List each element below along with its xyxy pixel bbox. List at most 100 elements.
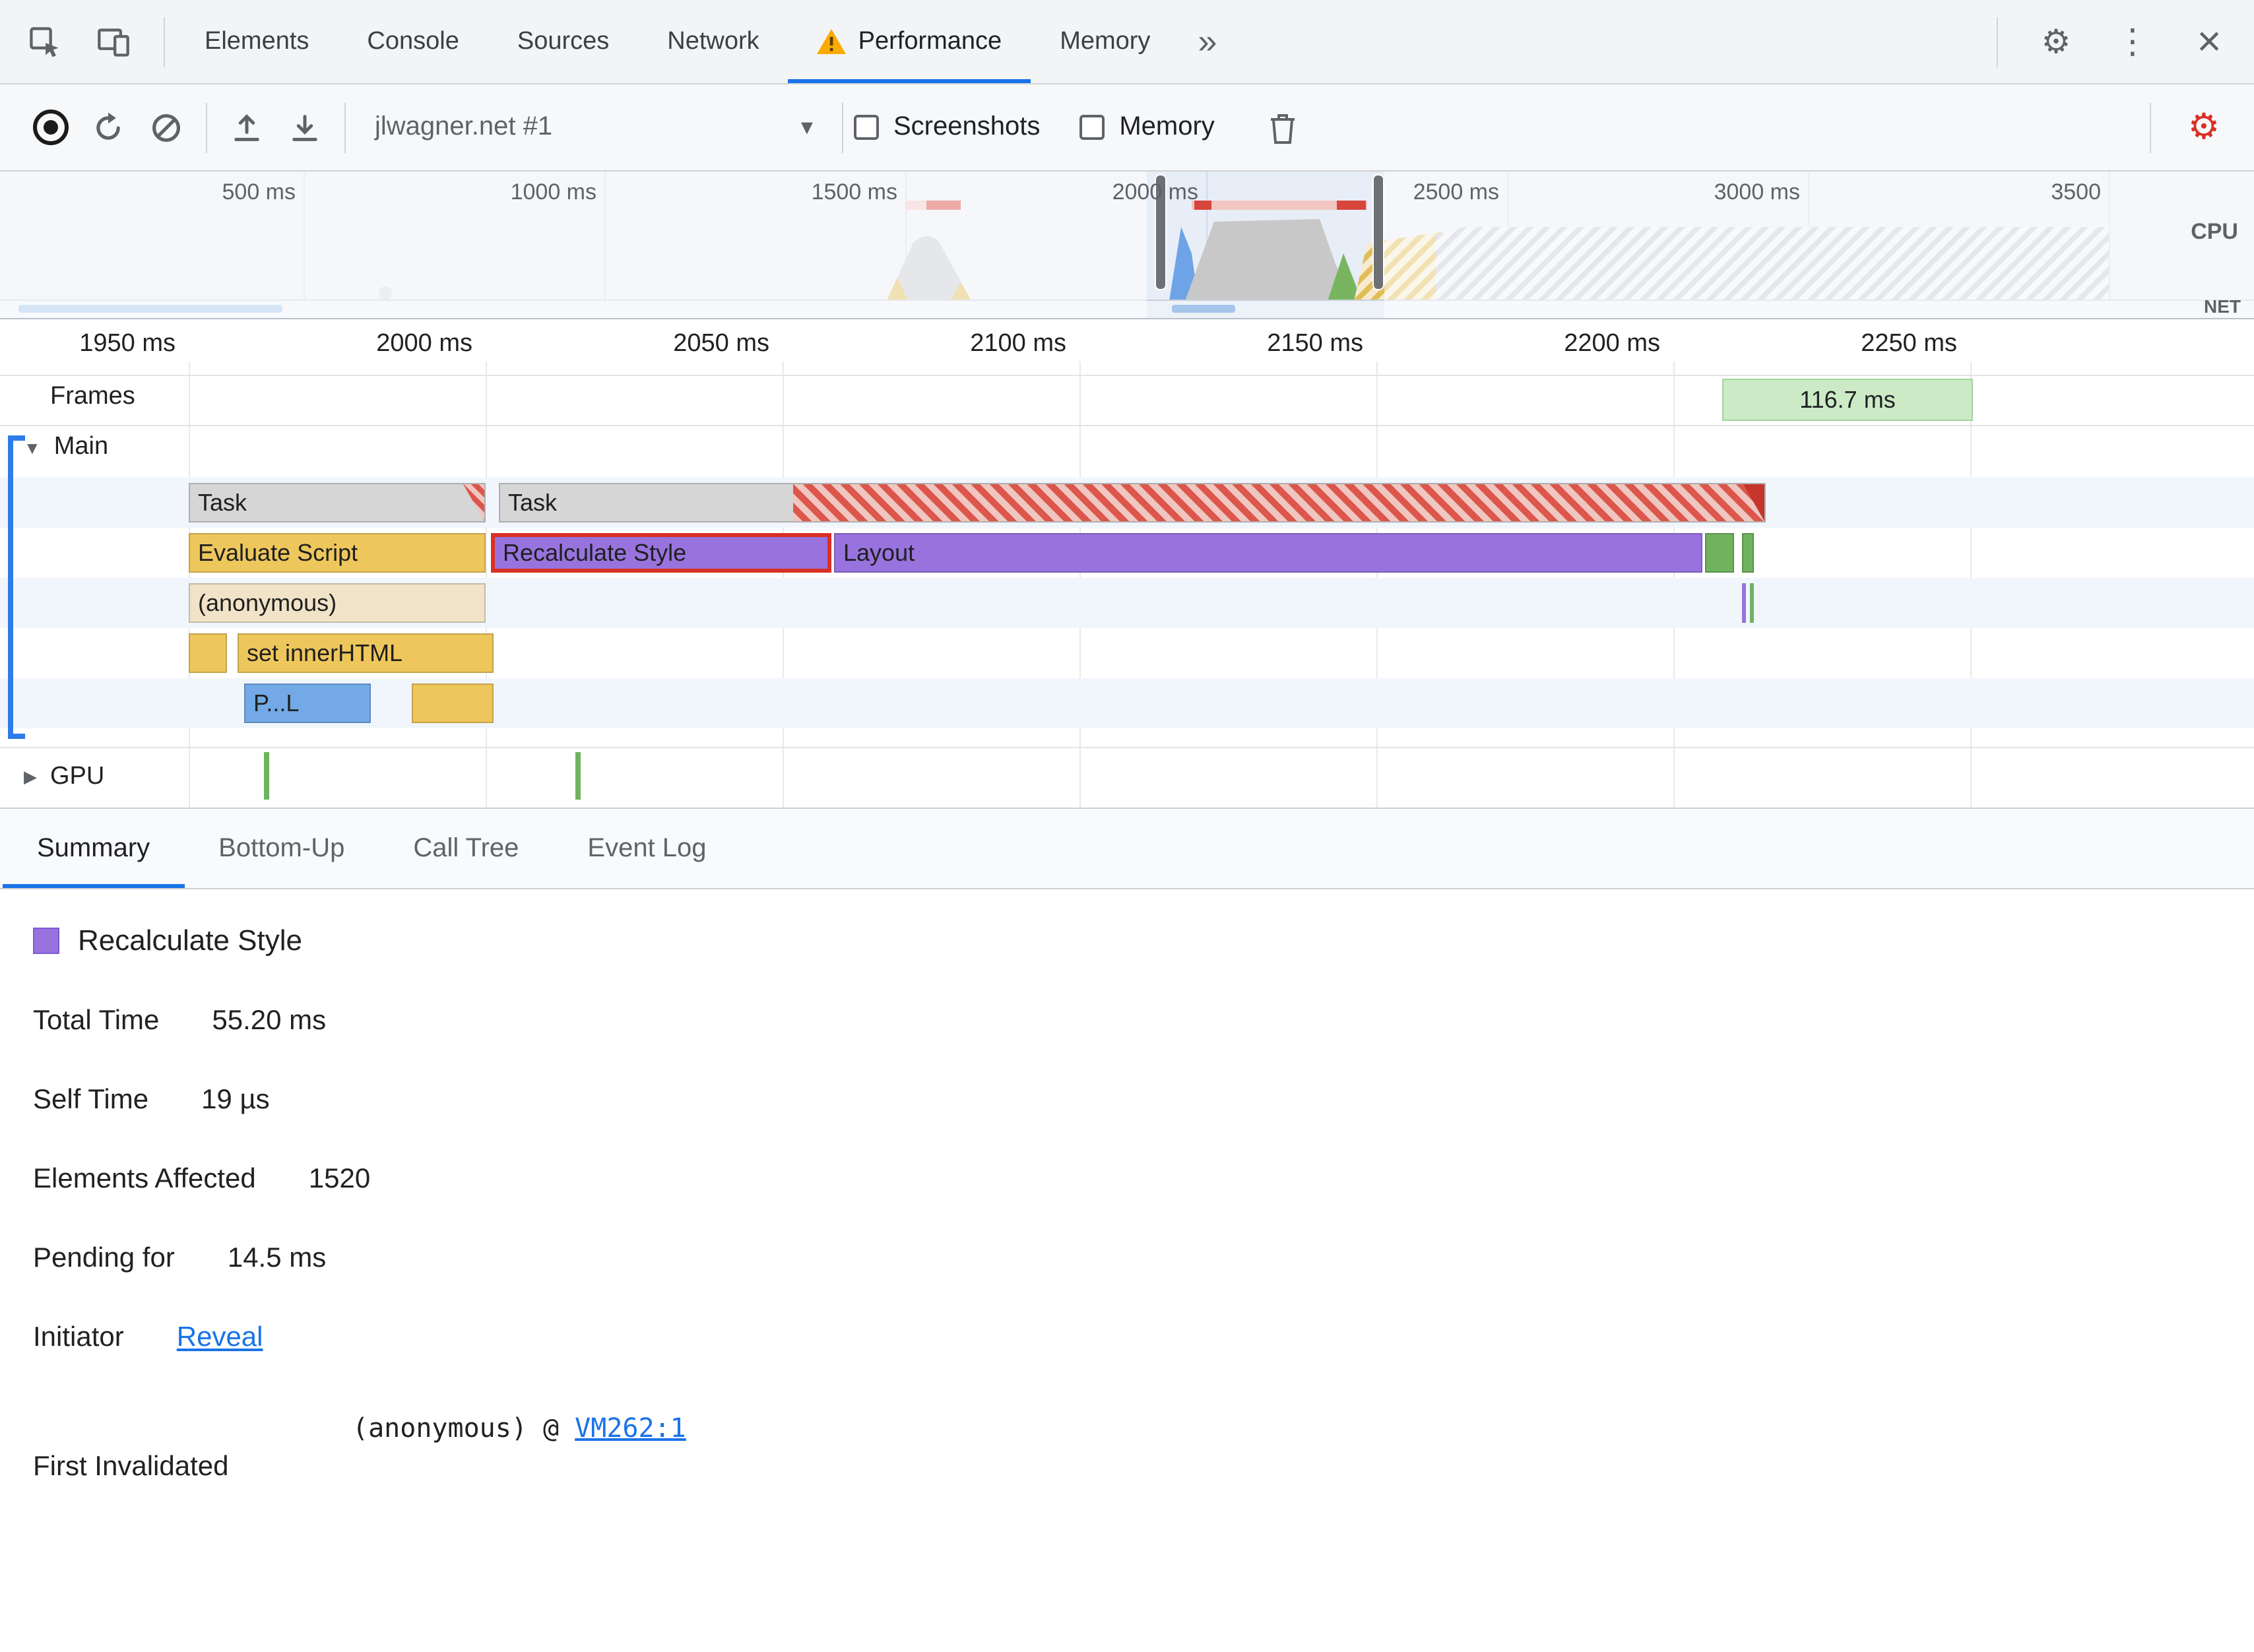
flame-bar-paint[interactable] [1705, 533, 1734, 573]
main-track-header[interactable]: ▼ Main [24, 433, 108, 462]
stack-frame-text: (anonymous) @ [352, 1412, 575, 1444]
flame-bar-parse-html[interactable]: P...L [244, 683, 371, 723]
separator [164, 16, 165, 67]
flame-bar-recalculate-style-selected[interactable]: Recalculate Style [491, 533, 831, 573]
long-task-corner-icon [463, 484, 484, 521]
profile-select[interactable]: jlwagner.net #1 ▾ [362, 112, 826, 143]
overview-ruler-label: 1000 ms [510, 179, 596, 205]
tab-performance[interactable]: Performance [789, 0, 1031, 83]
tab-label: Summary [37, 833, 150, 862]
tab-bottom-up[interactable]: Bottom-Up [184, 809, 379, 888]
flame-bar-script-small[interactable] [189, 633, 227, 673]
row-label: Pending for [33, 1243, 175, 1273]
timeline-overview[interactable]: 500 ms 1000 ms 1500 ms 2000 ms 2500 ms 3… [0, 172, 2254, 319]
flame-chart-panel[interactable]: 1950 ms 2000 ms 2050 ms 2100 ms 2150 ms … [0, 319, 2254, 808]
flame-bar-anonymous[interactable]: (anonymous) [189, 583, 486, 623]
long-task-stripes [793, 484, 1764, 521]
gpu-track-header[interactable]: ▶ GPU [24, 763, 104, 792]
tab-sources[interactable]: Sources [488, 0, 638, 83]
device-toolbar-icon[interactable] [84, 13, 143, 71]
clear-button[interactable] [137, 98, 195, 156]
close-icon[interactable]: × [2180, 13, 2238, 71]
inspect-element-icon[interactable] [16, 13, 74, 71]
tab-event-log[interactable]: Event Log [553, 809, 740, 888]
separator [2150, 102, 2151, 152]
overview-dim-right [1384, 172, 2254, 318]
frame-duration-text: 116.7 ms [1799, 386, 1896, 412]
overview-ruler-label: 2500 ms [1413, 179, 1499, 205]
overview-ruler-label: 1500 ms [811, 179, 897, 205]
row-label: First Invalidated [33, 1451, 229, 1482]
detail-ruler-label: 2250 ms [1861, 330, 1957, 358]
flame-bar-layout[interactable]: Layout [834, 533, 1702, 573]
screenshots-checkbox-group[interactable]: Screenshots [854, 112, 1040, 143]
kebab-menu-icon[interactable]: ⋮ [2104, 13, 2162, 71]
divider [0, 375, 2254, 376]
tab-network[interactable]: Network [638, 0, 788, 83]
save-profile-button[interactable] [276, 98, 334, 156]
track-selection-bracket [8, 435, 25, 739]
profile-select-value: jlwagner.net #1 [375, 112, 553, 141]
screenshots-label: Screenshots [893, 112, 1041, 141]
flame-bar-label: Evaluate Script [198, 539, 358, 565]
flame-bar-evaluate-script[interactable]: Evaluate Script [189, 533, 486, 573]
settings-gear-icon[interactable]: ⚙ [2027, 13, 2085, 71]
detail-ruler-label: 2050 ms [673, 330, 769, 358]
record-circle-icon [32, 110, 68, 145]
flame-bar-set-innerhtml[interactable]: set innerHTML [238, 633, 494, 673]
flame-bar-label: Recalculate Style [503, 539, 687, 565]
flame-bar-style-thin[interactable] [1742, 583, 1746, 623]
flame-bar-task-1[interactable]: Task [189, 483, 486, 523]
tab-call-tree[interactable]: Call Tree [379, 809, 553, 888]
tab-summary[interactable]: Summary [3, 809, 184, 888]
garbage-collect-button[interactable] [1254, 98, 1312, 156]
frame-duration-chip[interactable]: 116.7 ms [1722, 379, 1973, 421]
tab-label: Performance [858, 27, 1002, 55]
row-value: 19 µs [201, 1085, 270, 1115]
tab-label: Elements [205, 27, 309, 55]
tab-memory[interactable]: Memory [1031, 0, 1179, 83]
gear-glyph: ⚙ [2041, 23, 2071, 60]
tab-label: Console [367, 27, 459, 55]
capture-settings-gear-icon[interactable]: ⚙ [2175, 98, 2233, 156]
flame-bar-label: (anonymous) [198, 589, 337, 616]
row-value: 55.20 ms [212, 1005, 327, 1036]
summary-panel: Recalculate Style Total Time 55.20 ms Se… [0, 889, 2254, 1652]
overview-ruler-label: 3000 ms [1714, 179, 1800, 205]
separator [344, 102, 346, 152]
flame-bar-paint-thin[interactable] [1750, 583, 1754, 623]
tab-console[interactable]: Console [338, 0, 488, 83]
kebab-glyph: ⋮ [2115, 21, 2150, 61]
row-label: Total Time [33, 1005, 160, 1036]
flame-bar-label: Layout [843, 539, 915, 565]
tab-label: Bottom-Up [218, 833, 345, 862]
load-profile-button[interactable] [218, 98, 276, 156]
divider [0, 425, 2254, 426]
flame-bar-paint[interactable] [1742, 533, 1754, 573]
initiator-reveal-link[interactable]: Reveal [177, 1322, 263, 1354]
summary-row-elements-affected: Elements Affected 1520 [33, 1164, 2254, 1195]
record-button[interactable] [21, 98, 79, 156]
more-tabs-button[interactable]: » [1179, 0, 1235, 83]
summary-row-initiator: Initiator Reveal [33, 1322, 2254, 1354]
tab-label: Network [667, 27, 759, 55]
screenshots-checkbox[interactable] [854, 115, 879, 140]
tab-bar-right-icons: ⚙ ⋮ × [1986, 0, 2254, 83]
event-name: Recalculate Style [78, 924, 302, 957]
trash-icon [1271, 113, 1295, 143]
memory-checkbox-group[interactable]: Memory [1079, 112, 1215, 143]
devtools-window: Elements Console Sources Network Perform… [0, 0, 2254, 1652]
source-location-link[interactable]: VM262:1 [575, 1412, 686, 1444]
memory-checkbox[interactable] [1079, 115, 1105, 140]
expand-arrow-icon: ▶ [24, 767, 37, 786]
tab-elements[interactable]: Elements [176, 0, 338, 83]
reload-and-record-button[interactable] [79, 98, 137, 156]
row-value: 1520 [308, 1164, 371, 1194]
summary-row-total-time: Total Time 55.20 ms [33, 1005, 2254, 1037]
detail-ruler-label: 2150 ms [1267, 330, 1363, 358]
flame-bar-task-2[interactable]: Task [499, 483, 1766, 523]
download-icon [292, 114, 317, 141]
flame-bar-script-small[interactable] [412, 683, 494, 723]
tab-bar-left-icons [0, 0, 176, 83]
overview-ruler-label: 500 ms [222, 179, 296, 205]
